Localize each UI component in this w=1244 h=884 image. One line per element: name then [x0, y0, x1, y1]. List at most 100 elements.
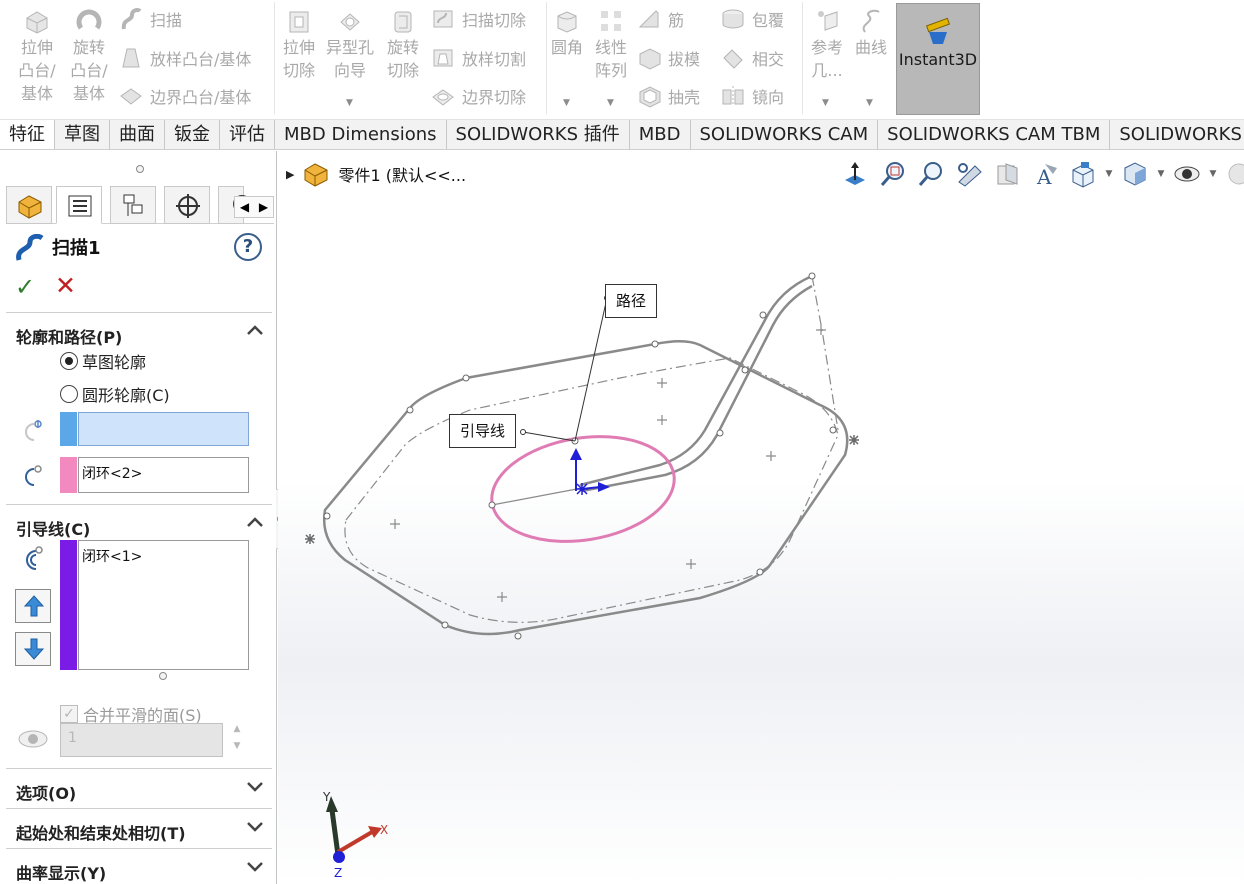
- sketch-profile-radio[interactable]: 草图轮廓: [60, 349, 146, 373]
- hole-wizard-dropdown[interactable]: ▼: [346, 98, 353, 108]
- draft-button[interactable]: 拔模: [636, 46, 700, 70]
- lofted-cut-button[interactable]: 放样切割: [430, 46, 526, 70]
- list-resize-handle[interactable]: [159, 672, 167, 680]
- fillet-dropdown[interactable]: ▼: [563, 98, 570, 108]
- tab-configuration-manager[interactable]: [110, 186, 156, 224]
- linear-pattern-button[interactable]: 线性阵列: [592, 8, 630, 82]
- group-profile-path-title: 轮廓和路径(P): [16, 328, 123, 347]
- crosshair-icon: [176, 194, 200, 218]
- display-style-button[interactable]: [1118, 158, 1152, 190]
- tab-evaluate[interactable]: 评估: [220, 120, 275, 149]
- guide-curves-list[interactable]: 闭环<1>: [78, 540, 249, 670]
- group-options-header[interactable]: 选项(O): [6, 768, 272, 806]
- scroll-right-arrow-icon[interactable]: ▶: [254, 197, 273, 217]
- wrap-button[interactable]: 包覆: [720, 7, 784, 31]
- fillet-button[interactable]: 圆角: [548, 8, 586, 59]
- display-style-dropdown[interactable]: ▼: [1156, 169, 1166, 179]
- tab-dimxpert-manager[interactable]: [164, 186, 210, 224]
- ribbon-separator: [802, 2, 803, 114]
- view-orientation-icon: [1072, 162, 1094, 188]
- help-button[interactable]: ?: [234, 233, 262, 261]
- tab-solidworks-inspection[interactable]: SOLIDWORKS Insp: [1110, 120, 1244, 149]
- part-icon: [304, 163, 328, 187]
- tab-property-manager[interactable]: [56, 186, 102, 224]
- curves-dropdown[interactable]: ▼: [866, 98, 873, 108]
- panel-splitter-handle[interactable]: [136, 165, 144, 173]
- ok-button[interactable]: ✓: [15, 273, 35, 301]
- intersect-button[interactable]: 相交: [720, 46, 784, 70]
- hide-show-dropdown[interactable]: ▼: [1208, 169, 1218, 179]
- sweep-button[interactable]: 扫描: [118, 7, 182, 31]
- group-profile-path-header[interactable]: 轮廓和路径(P): [6, 312, 272, 350]
- edit-appearance-button[interactable]: [1222, 158, 1244, 190]
- profile-selection-box[interactable]: [78, 412, 249, 446]
- view-normal-to-button[interactable]: [838, 158, 872, 190]
- move-up-button[interactable]: [15, 589, 51, 623]
- dynamic-annotation-button[interactable]: A: [1028, 158, 1062, 190]
- tab-solidworks-addins[interactable]: SOLIDWORKS 插件: [447, 120, 630, 149]
- tab-solidworks-cam[interactable]: SOLIDWORKS CAM: [691, 120, 879, 149]
- linear-pattern-label: 线性阵列: [594, 38, 627, 80]
- tab-features[interactable]: 特征: [0, 120, 55, 149]
- shell-button[interactable]: 抽壳: [636, 84, 700, 108]
- lofted-cut-icon: [433, 49, 453, 67]
- spinner-down-icon[interactable]: ▼: [227, 741, 247, 756]
- extrude-cut-icon: [289, 11, 309, 33]
- revolve-boss-button[interactable]: 旋转凸台/基体: [66, 8, 112, 105]
- rib-button[interactable]: 筋: [636, 7, 684, 31]
- circular-profile-radio[interactable]: 圆形轮廓(C): [60, 382, 170, 406]
- revolve-cut-button[interactable]: 旋转切除: [382, 8, 424, 82]
- curves-button[interactable]: 曲线: [850, 8, 892, 59]
- eye-icon[interactable]: [16, 727, 50, 751]
- loft-boss-button[interactable]: 放样凸台/基体: [118, 46, 251, 70]
- section-count-spinner[interactable]: 1 ▲ ▼: [60, 723, 248, 757]
- zoom-to-area-button[interactable]: [914, 158, 948, 190]
- swept-cut-button[interactable]: 扫描切除: [430, 7, 526, 31]
- cancel-button[interactable]: ✕: [55, 271, 76, 300]
- extrude-boss-button[interactable]: 拉伸凸台/基体: [14, 8, 60, 105]
- tab-sketch[interactable]: 草图: [55, 120, 110, 149]
- circular-profile-label: 圆形轮廓(C): [82, 386, 170, 405]
- hole-wizard-button[interactable]: 异型孔向导: [324, 8, 376, 82]
- tab-solidworks-cam-tbm[interactable]: SOLIDWORKS CAM TBM: [878, 120, 1111, 149]
- move-down-button[interactable]: [15, 632, 51, 666]
- section-view-button[interactable]: [990, 158, 1024, 190]
- tab-surfaces[interactable]: 曲面: [110, 120, 165, 149]
- path-selection-box[interactable]: 闭环<2>: [78, 457, 249, 493]
- tab-mbd-dimensions[interactable]: MBD Dimensions: [275, 120, 447, 149]
- eye-icon: [1174, 166, 1200, 182]
- zoom-to-fit-button[interactable]: [876, 158, 910, 190]
- tab-mbd[interactable]: MBD: [630, 120, 691, 149]
- mirror-button[interactable]: 镜向: [720, 84, 784, 108]
- spinner-up-icon[interactable]: ▲: [227, 724, 247, 739]
- scroll-left-arrow-icon[interactable]: ◀: [235, 197, 254, 217]
- extrude-cut-button[interactable]: 拉伸切除: [278, 8, 320, 82]
- linear-pattern-dropdown[interactable]: ▼: [607, 98, 614, 108]
- boundary-cut-button[interactable]: 边界切除: [430, 84, 526, 108]
- graphics-area[interactable]: Y X Z 路径 引导线 ▶ 零件1 (默认<<... A ▼ ▼ ▼: [278, 151, 1244, 884]
- tab-feature-manager[interactable]: [6, 186, 52, 224]
- curves-icon: [862, 9, 880, 33]
- feature-tree-flyout[interactable]: ▶ 零件1 (默认<<...: [286, 161, 466, 187]
- display-style-icon: [1124, 162, 1146, 186]
- expand-arrow-icon[interactable]: ▶: [286, 168, 294, 181]
- instant3d-icon: [925, 17, 951, 44]
- command-manager-ribbon: 拉伸凸台/基体 旋转凸台/基体 扫描 放样凸台/基体 边界凸台/基体 拉伸切除: [0, 0, 1244, 120]
- hide-show-items-button[interactable]: [1170, 158, 1204, 190]
- guide-curve-callout[interactable]: 引导线: [449, 414, 517, 448]
- group-tangency-header[interactable]: 起始处和结束处相切(T): [6, 808, 272, 846]
- section-count-value[interactable]: 1: [60, 723, 223, 757]
- boundary-boss-button[interactable]: 边界凸台/基体: [118, 84, 251, 108]
- view-orientation-dropdown[interactable]: ▼: [1104, 169, 1114, 179]
- manager-tabs-scroll: ◀ ▶: [234, 196, 274, 218]
- instant3d-button[interactable]: Instant3D: [896, 3, 980, 115]
- reference-geometry-dropdown[interactable]: ▼: [822, 98, 829, 108]
- path-callout[interactable]: 路径: [605, 284, 658, 318]
- tab-sheet-metal[interactable]: 钣金: [165, 120, 220, 149]
- group-curvature-display-header[interactable]: 曲率显示(Y): [6, 848, 272, 884]
- previous-view-button[interactable]: [952, 158, 986, 190]
- property-manager: ◀ ▶ 扫描1 ? ✓ ✕ 轮廓和路径(P) 草图轮廓 圆形轮廓(C) 闭环<2…: [0, 151, 277, 884]
- view-orientation-button[interactable]: [1066, 158, 1100, 190]
- group-guide-curves-header[interactable]: 引导线(C): [6, 504, 272, 542]
- reference-geometry-button[interactable]: 参考几...: [806, 8, 848, 82]
